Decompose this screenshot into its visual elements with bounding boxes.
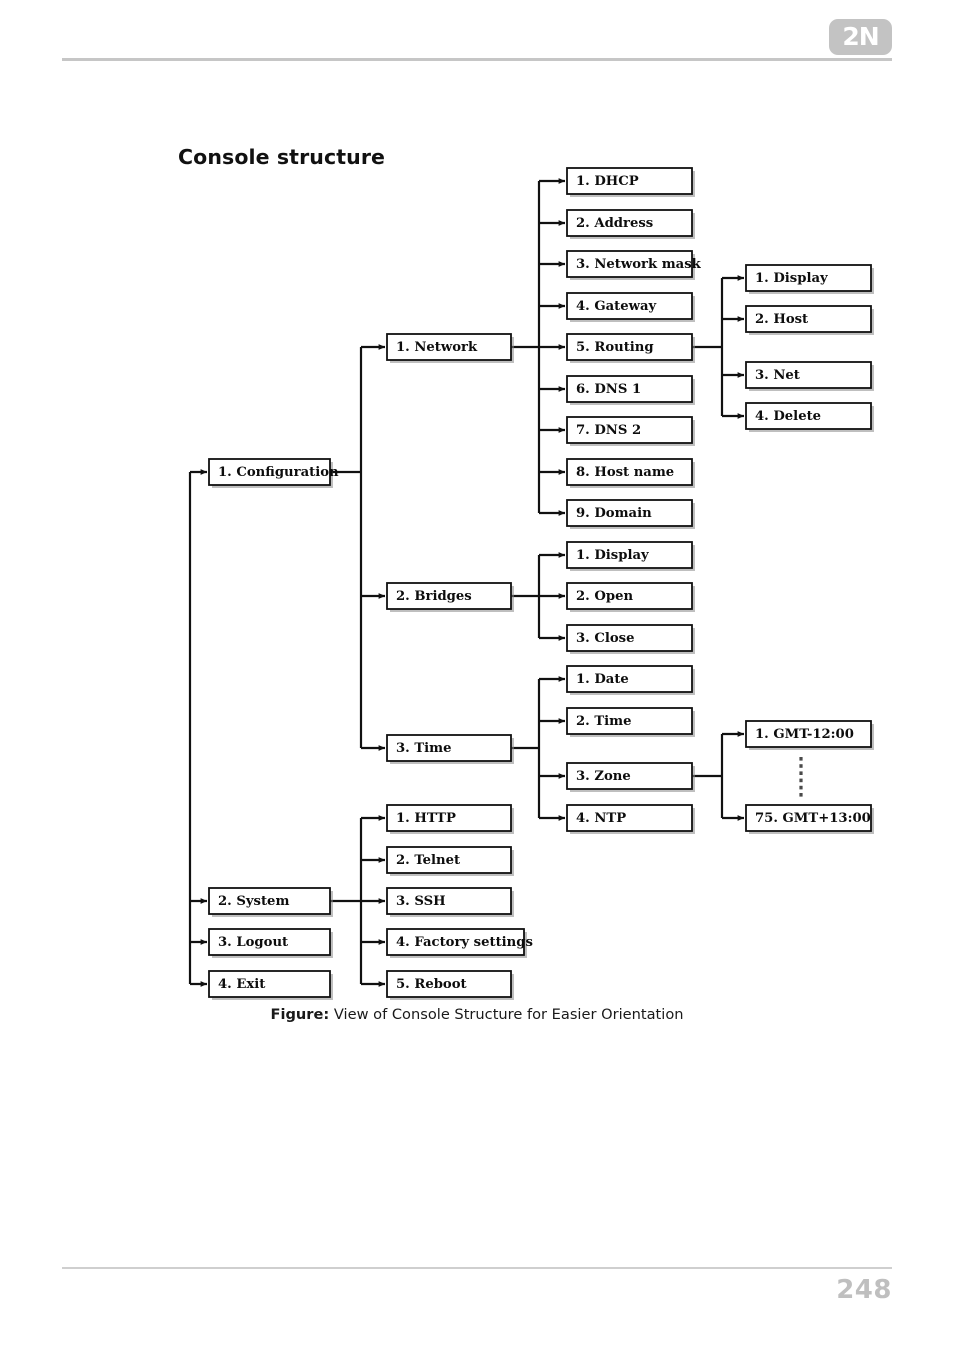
diagram-node-br-open[interactable]: 2. Open [566,582,695,612]
ellipsis-dot [799,778,803,783]
ellipsis-dot [799,771,803,775]
node-label: 2. Telnet [396,853,461,868]
diagram-node-ssh[interactable]: 3. SSH [386,887,514,917]
node-label: 2. Open [576,589,633,604]
connector-group-root-branch [188,469,208,987]
diagram-node-http[interactable]: 1. HTTP [386,804,514,834]
diagram-node-domain[interactable]: 9. Domain [566,499,695,529]
node-label: 4. Exit [218,977,266,992]
node-label: 3. Network mask [576,257,702,272]
node-label: 3. Zone [576,769,631,784]
diagram-node-br-display[interactable]: 1. Display [566,541,695,571]
node-label: 5. Routing [576,340,654,355]
connector-group-time-branch [511,676,566,821]
diagram-node-hostname[interactable]: 8. Host name [566,458,695,488]
node-label: 1. Display [755,271,828,286]
diagram-node-address[interactable]: 2. Address [566,209,695,239]
node-label: 1. Configuration [218,465,339,480]
connector-group-zone-branch [692,731,745,821]
figure-caption-text: View of Console Structure for Easier Ori… [329,1006,684,1023]
node-label: 1. Date [576,672,629,687]
node-label: 5. Reboot [396,977,468,992]
diagram-node-gmt-last[interactable]: 75. GMT+13:00 [745,804,874,834]
node-layer: 1. Configuration 2. System 3. Logout 4. Exi… [208,167,874,1000]
diagram-node-rt-display[interactable]: 1. Display [745,264,874,294]
diagram-node-gmt-first[interactable]: 1. GMT-12:00 [745,720,874,750]
connector-group-routing-branch [692,275,745,419]
connector-group-system-branch [330,815,386,987]
node-label: 3. Net [755,368,801,383]
diagram-node-rt-host[interactable]: 2. Host [745,305,874,335]
node-label: 75. GMT+13:00 [755,811,871,826]
diagram-node-routing[interactable]: 5. Routing [566,333,695,363]
diagram-node-network[interactable]: 1. Network [386,333,514,363]
diagram-node-factory[interactable]: 4. Factory settings [386,928,533,958]
diagram-node-rt-delete[interactable]: 4. Delete [745,402,874,432]
ellipsis-dot [799,764,803,768]
diagram-node-rt-net[interactable]: 3. Net [745,361,874,391]
diagram-node-netmask[interactable]: 3. Network mask [566,250,702,280]
node-label: 2. Time [576,714,632,729]
node-label: 7. DNS 2 [576,423,641,438]
node-label: 3. Logout [218,935,289,950]
node-label: 3. SSH [396,894,446,909]
figure-caption: Figure: View of Console Structure for Ea… [0,1006,954,1023]
diagram-node-tm-date[interactable]: 1. Date [566,665,695,695]
diagram-node-tm-zone[interactable]: 3. Zone [566,762,695,792]
figure-caption-prefix: Figure: [270,1006,330,1023]
diagram-node-reboot[interactable]: 5. Reboot [386,970,514,1000]
connector-group-configuration-branch [330,344,386,751]
node-label: 6. DNS 1 [576,382,641,397]
node-label: 3. Close [576,631,634,646]
node-label: 9. Domain [576,506,652,521]
node-label: 2. Address [576,216,653,231]
diagram-canvas: 1. Configuration 2. System 3. Logout 4. Exi… [188,167,874,1000]
footer-divider [62,1267,892,1269]
diagram-node-telnet[interactable]: 2. Telnet [386,846,514,876]
connector-group-network-branch [511,178,566,516]
diagram-node-gateway[interactable]: 4. Gateway [566,292,695,322]
node-label: 1. HTTP [396,811,456,826]
ellipsis-dot [799,785,803,790]
node-label: 8. Host name [576,465,674,480]
node-label: 4. Factory settings [396,935,533,950]
diagram-node-tm-ntp[interactable]: 4. NTP [566,804,695,834]
page-number: 248 [836,1275,892,1305]
node-label: 1. GMT-12:00 [755,727,854,742]
diagram-node-br-close[interactable]: 3. Close [566,624,695,654]
diagram-node-dhcp[interactable]: 1. DHCP [566,167,695,197]
node-label: 2. Host [755,312,809,327]
diagram-node-exit[interactable]: 4. Exit [208,970,333,1000]
node-label: 2. Bridges [396,589,472,604]
node-label: 3. Time [396,741,452,756]
node-label: 4. Delete [755,409,821,424]
diagram-node-dns1[interactable]: 6. DNS 1 [566,375,695,405]
branch-ellipsis [799,757,803,797]
diagram-node-system[interactable]: 2. System [208,887,333,917]
node-label: 1. DHCP [576,174,639,189]
console-structure-diagram: 1. Configuration 2. System 3. Logout 4. Exi… [0,0,954,1030]
connector-group-bridges-branch [511,552,566,641]
diagram-node-tm-time[interactable]: 2. Time [566,707,695,737]
diagram-node-bridges[interactable]: 2. Bridges [386,582,514,612]
diagram-node-dns2[interactable]: 7. DNS 2 [566,416,695,446]
diagram-node-time[interactable]: 3. Time [386,734,514,764]
node-label: 1. Network [396,340,478,355]
node-label: 4. NTP [576,811,626,826]
diagram-node-logout[interactable]: 3. Logout [208,928,333,958]
diagram-node-configuration[interactable]: 1. Configuration [208,458,339,488]
node-label: 4. Gateway [576,299,657,314]
ellipsis-dot [799,793,803,797]
node-label: 2. System [218,894,289,909]
ellipsis-dot [799,757,803,761]
node-label: 1. Display [576,548,649,563]
